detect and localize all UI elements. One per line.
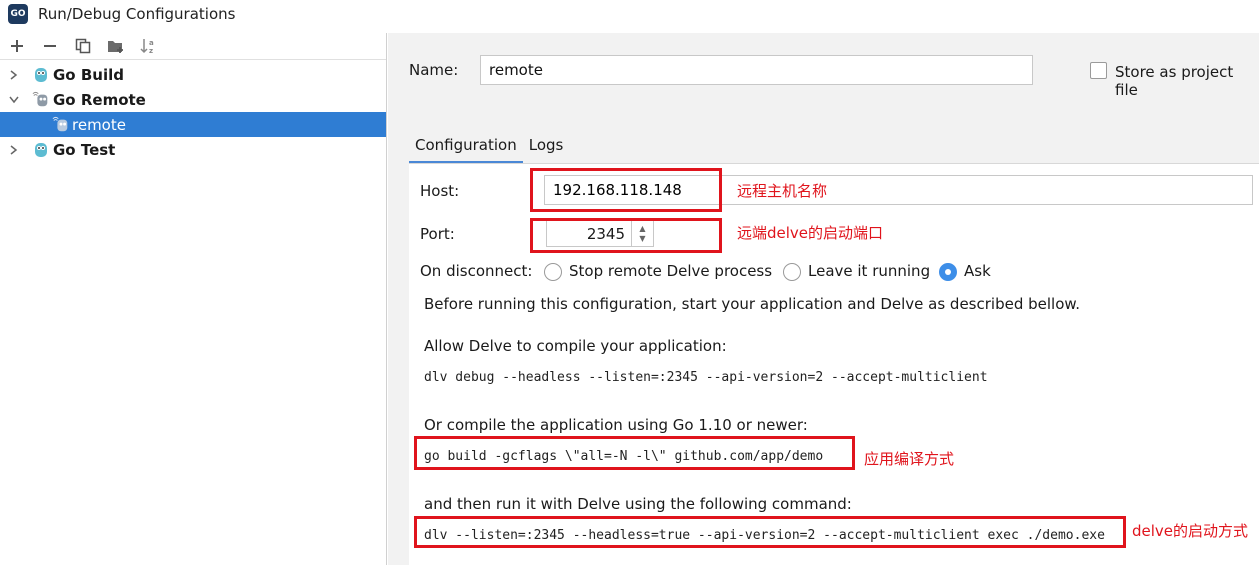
tree-item-label: Go Remote <box>53 90 146 109</box>
tab-logs[interactable]: Logs <box>523 128 570 164</box>
radio-label-stop-remote: Stop remote Delve process <box>569 262 773 280</box>
port-highlight-box <box>530 218 722 253</box>
chevron-down-icon[interactable] <box>6 92 22 108</box>
exec-annotation: delve的启动方式 <box>1132 522 1249 540</box>
window-title: Run/Debug Configurations <box>38 5 236 23</box>
store-as-project-file-checkbox[interactable] <box>1090 62 1107 79</box>
title-bar: GO Run/Debug Configurations <box>0 0 1259 28</box>
remote-gopher-icon <box>52 116 70 134</box>
copy-icon[interactable] <box>72 35 94 57</box>
exec-highlight-box <box>414 516 1126 548</box>
tree-item-remote[interactable]: remote <box>0 112 386 137</box>
sort-alphabetically-icon[interactable]: az <box>138 35 160 57</box>
gopher-icon <box>32 141 50 159</box>
port-annotation: 远端delve的启动端口 <box>737 224 884 242</box>
on-disconnect-label: On disconnect: <box>420 262 533 280</box>
chevron-right-icon[interactable] <box>6 142 22 158</box>
name-label: Name: <box>409 61 459 79</box>
build-highlight-box <box>414 436 855 470</box>
host-annotation: 远程主机名称 <box>737 182 828 200</box>
build-annotation: 应用编译方式 <box>864 450 955 468</box>
host-label: Host: <box>420 182 460 200</box>
tree-item-label: remote <box>72 115 126 134</box>
configuration-editor: Name: Store as project file Configuratio… <box>388 33 1259 565</box>
radio-label-leave-running: Leave it running <box>808 262 931 280</box>
tree-item-go-test[interactable]: Go Test <box>0 137 386 162</box>
radio-stop-remote[interactable] <box>544 263 562 281</box>
new-folder-icon[interactable] <box>105 35 127 57</box>
radio-ask[interactable] <box>939 263 957 281</box>
tree-item-label: Go Build <box>53 65 124 84</box>
tree-item-go-build[interactable]: Go Build <box>0 62 386 87</box>
run-text: and then run it with Delve using the fol… <box>424 495 852 513</box>
add-icon[interactable] <box>6 35 28 57</box>
allow-compile-text: Allow Delve to compile your application: <box>424 337 727 355</box>
debug-command: dlv debug --headless --listen=:2345 --ap… <box>424 370 988 385</box>
svg-text:a: a <box>149 39 154 47</box>
store-as-project-file-label: Store as project file <box>1115 63 1234 99</box>
configurations-sidebar: az Go Build Go Remote remote Go Test <box>0 33 387 565</box>
goland-app-icon: GO <box>8 4 28 24</box>
tree-item-label: Go Test <box>53 140 116 159</box>
radio-leave-running[interactable] <box>783 263 801 281</box>
compile-text: Or compile the application using Go 1.10… <box>424 416 808 434</box>
tree-item-go-remote[interactable]: Go Remote <box>0 87 386 112</box>
name-input[interactable] <box>480 55 1033 85</box>
port-label: Port: <box>420 225 455 243</box>
svg-text:z: z <box>149 47 153 55</box>
chevron-right-icon[interactable] <box>6 67 22 83</box>
tab-configuration[interactable]: Configuration <box>409 128 523 164</box>
remove-icon[interactable] <box>39 35 61 57</box>
config-tabs: Configuration Logs <box>409 128 569 164</box>
intro-text: Before running this configuration, start… <box>424 295 1081 313</box>
radio-label-ask: Ask <box>964 262 991 280</box>
sidebar-toolbar: az <box>0 33 386 60</box>
gopher-icon <box>32 66 50 84</box>
host-highlight-box <box>530 168 722 212</box>
remote-gopher-icon <box>32 91 50 109</box>
